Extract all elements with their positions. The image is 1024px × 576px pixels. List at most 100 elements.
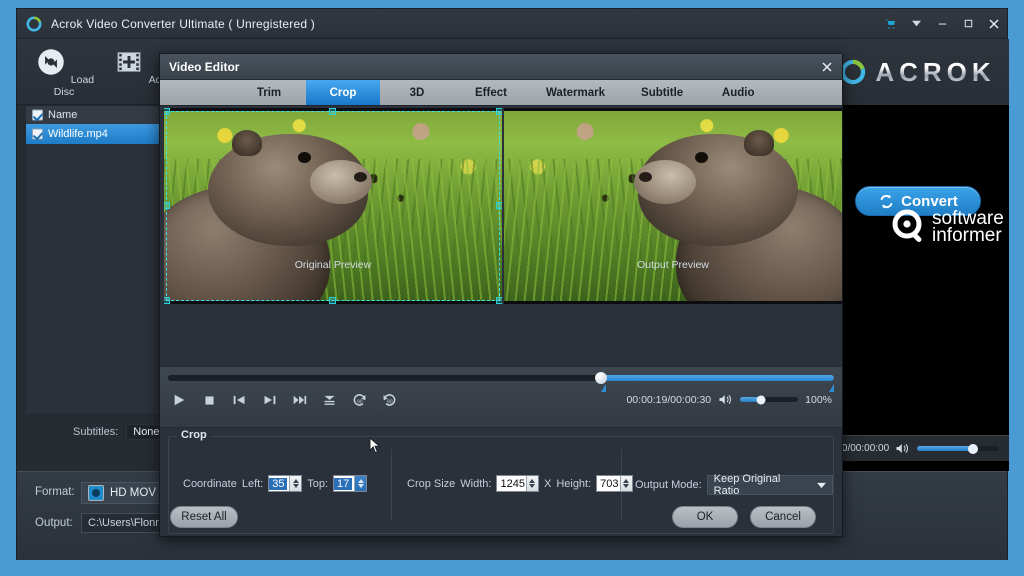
snapshot-button[interactable]: [320, 391, 338, 409]
list-item[interactable]: Wildlife.mp4: [26, 124, 160, 144]
dialog-close-button[interactable]: [812, 54, 842, 80]
load-disc-button[interactable]: Load Disc: [27, 45, 101, 98]
crop-handle-middle-left[interactable]: [164, 202, 170, 209]
output-mode-value: Keep Original Ratio: [714, 473, 809, 497]
volume-percent: 100%: [805, 394, 832, 406]
height-label: Height:: [556, 478, 591, 490]
rotate-right-90-icon[interactable]: 90: [380, 391, 398, 409]
crop-handle-top-left[interactable]: [164, 108, 170, 115]
crop-handle-bottom-right[interactable]: [496, 297, 502, 304]
disc-icon: [34, 45, 68, 79]
marmot-eye: [695, 152, 708, 163]
volume-knob[interactable]: [757, 395, 766, 404]
brand-name: ACROK: [875, 57, 995, 88]
output-mode-dropdown[interactable]: Keep Original Ratio: [707, 475, 833, 495]
original-preview-caption: Original Preview: [164, 259, 502, 271]
format-icon: [88, 485, 104, 501]
crop-handle-bottom-left[interactable]: [164, 297, 170, 304]
set-end-point-button[interactable]: [290, 391, 308, 409]
crop-handle-top-center[interactable]: [329, 108, 336, 115]
coordinate-label: Coordinate: [183, 478, 237, 490]
convert-label: Convert: [901, 193, 958, 210]
trim-end-marker[interactable]: [829, 384, 834, 392]
close-button[interactable]: [981, 9, 1007, 39]
crop-size-label: Crop Size: [407, 478, 455, 490]
tab-3d[interactable]: 3D: [380, 80, 454, 105]
svg-text:90: 90: [386, 399, 392, 405]
chevron-down-icon[interactable]: [903, 9, 929, 39]
volume-knob[interactable]: [968, 444, 978, 454]
crop-size-fields: Crop Size Width: 1245 X Height: 703: [407, 475, 633, 492]
letterbox-bottom: [504, 301, 842, 304]
crop-width-value: 1245: [500, 478, 524, 490]
video-editor-dialog: Video Editor Trim Crop 3D Effect Waterma…: [159, 53, 843, 537]
right-panel-volume-slider[interactable]: [917, 446, 999, 451]
tab-trim[interactable]: Trim: [232, 80, 306, 105]
seek-remaining: [601, 375, 834, 381]
editor-tabs: Trim Crop 3D Effect Watermark Subtitle A…: [160, 80, 842, 106]
dialog-footer: Reset All OK Cancel: [160, 500, 842, 536]
right-preview-panel: 0:00/00:00:00 Convert: [825, 105, 1009, 471]
crop-top-stepper[interactable]: 17: [333, 475, 367, 492]
crop-handle-top-right[interactable]: [496, 108, 502, 115]
crop-left-stepper[interactable]: 35: [268, 475, 302, 492]
crop-left-value: 35: [269, 478, 287, 490]
tabs-trailing-space: [775, 80, 842, 105]
volume-icon[interactable]: [895, 442, 910, 455]
output-preview[interactable]: [504, 108, 842, 304]
coordinate-fields: Coordinate Left: 35 Top: 17: [183, 475, 367, 492]
letterbox-top: [504, 108, 842, 111]
stepper-arrows[interactable]: [620, 476, 632, 491]
tab-crop[interactable]: Crop: [306, 80, 380, 105]
tab-subtitle[interactable]: Subtitle: [623, 80, 701, 105]
output-mode-field: Output Mode: Keep Original Ratio: [635, 475, 833, 495]
list-item-label: Wildlife.mp4: [48, 128, 108, 140]
previous-frame-button[interactable]: [230, 391, 248, 409]
seek-knob[interactable]: [595, 372, 607, 384]
format-value: HD MOV: [110, 487, 156, 499]
file-list-header: Name: [26, 106, 160, 124]
cancel-button[interactable]: Cancel: [750, 506, 816, 528]
crop-width-stepper[interactable]: 1245: [496, 475, 538, 492]
software-informer-text: software informer: [932, 210, 1004, 244]
player-time: 00:00:19/00:00:30: [626, 394, 711, 406]
file-list-header-label: Name: [48, 109, 77, 121]
ok-button[interactable]: OK: [672, 506, 738, 528]
stepper-arrows[interactable]: [526, 476, 538, 491]
preview-area: [160, 106, 842, 306]
player-status: 00:00:19/00:00:30 100%: [626, 393, 832, 406]
next-frame-button[interactable]: [260, 391, 278, 409]
crop-marquee[interactable]: [166, 111, 500, 301]
tab-audio[interactable]: Audio: [701, 80, 775, 105]
header-checkbox[interactable]: [32, 110, 43, 121]
rotate-left-90-icon[interactable]: 90: [350, 391, 368, 409]
player-volume-slider[interactable]: [740, 397, 798, 402]
maximize-button[interactable]: [955, 9, 981, 39]
cart-icon[interactable]: [877, 9, 903, 39]
tab-effect[interactable]: Effect: [454, 80, 528, 105]
application-window: Acrok Video Converter Ultimate ( Unregis…: [16, 8, 1008, 560]
marmot-ear: [744, 130, 774, 156]
row-checkbox[interactable]: [32, 129, 43, 140]
volume-icon[interactable]: [718, 393, 733, 406]
app-logo-icon: [25, 15, 43, 33]
reset-all-button[interactable]: Reset All: [170, 506, 238, 528]
stepper-arrows[interactable]: [354, 476, 366, 491]
badge-line2: informer: [932, 227, 1004, 244]
dialog-title: Video Editor: [169, 60, 239, 74]
magnifier-icon: [892, 209, 928, 245]
stepper-arrows[interactable]: [289, 476, 301, 491]
crop-handle-middle-right[interactable]: [496, 202, 502, 209]
trim-start-marker[interactable]: [601, 384, 606, 392]
title-bar: Acrok Video Converter Ultimate ( Unregis…: [17, 9, 1007, 39]
original-preview[interactable]: [164, 108, 502, 304]
minimize-button[interactable]: [929, 9, 955, 39]
seek-slider[interactable]: [168, 375, 834, 381]
tab-watermark[interactable]: Watermark: [528, 80, 623, 105]
play-button[interactable]: [170, 391, 188, 409]
crop-handle-bottom-center[interactable]: [329, 297, 336, 304]
width-label: Width:: [460, 478, 491, 490]
format-label: Format:: [35, 486, 75, 498]
crop-height-stepper[interactable]: 703: [596, 475, 632, 492]
stop-button[interactable]: [200, 391, 218, 409]
